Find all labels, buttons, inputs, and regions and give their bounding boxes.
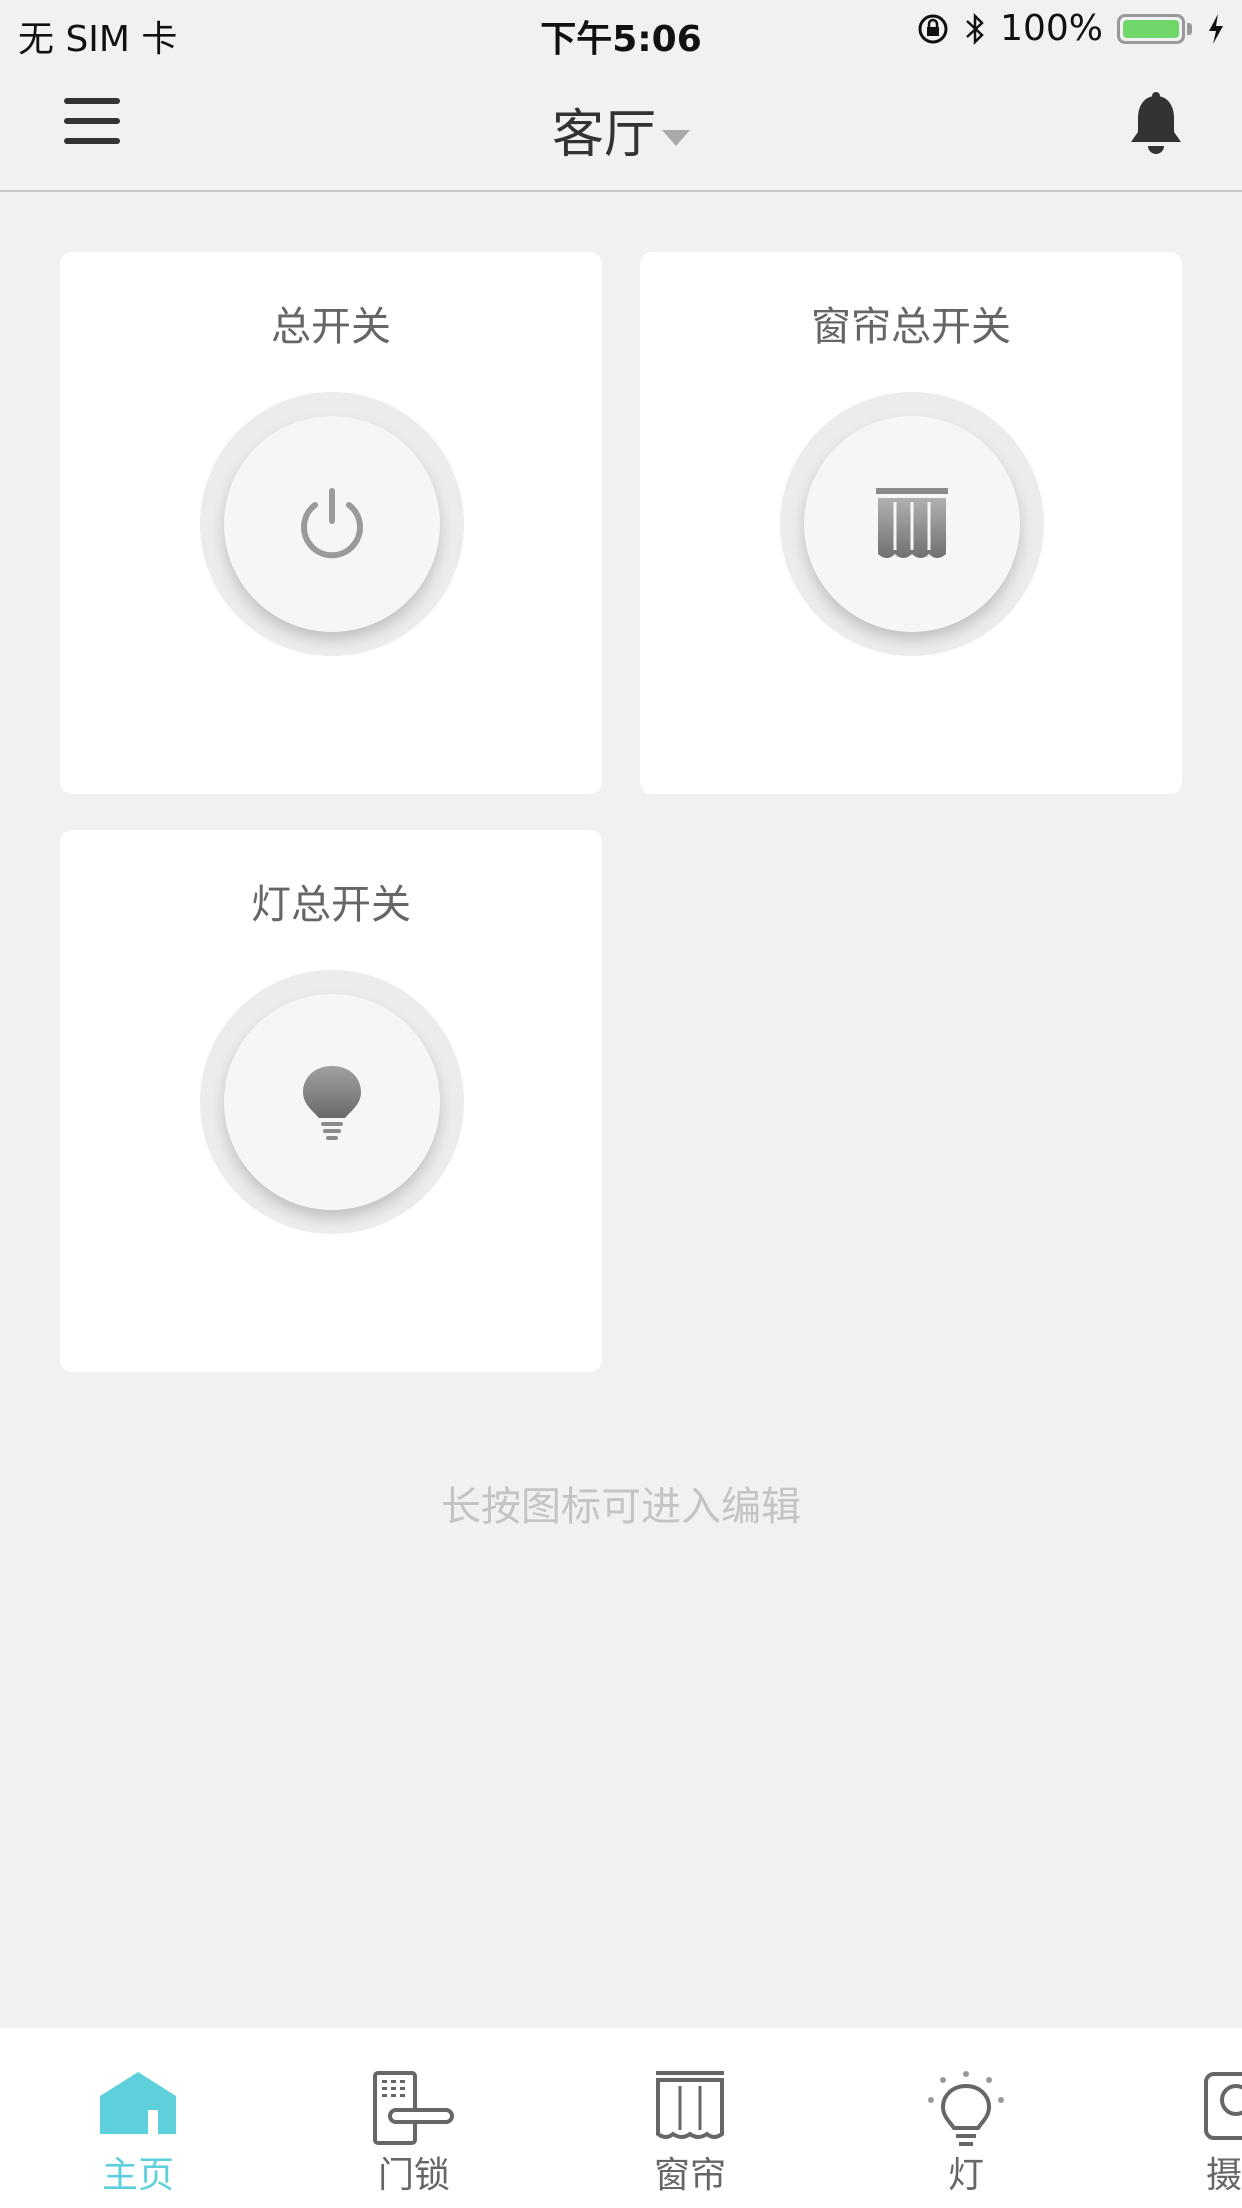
battery-fill: [1123, 19, 1179, 38]
tab-label: 灯: [947, 2155, 984, 2196]
knob-ring: [200, 392, 464, 656]
card-title: 窗帘总开关: [811, 304, 1011, 350]
card-curtain-master-switch: 窗帘总开关: [640, 252, 1182, 794]
card-title: 总开关: [271, 304, 391, 350]
room-name: 客厅: [551, 105, 656, 165]
tab-curtain[interactable]: 窗帘: [610, 2046, 770, 2196]
room-selector[interactable]: 客厅: [0, 92, 1242, 167]
bell-icon[interactable]: [1126, 90, 1186, 158]
bluetooth-icon: [966, 12, 984, 45]
master-power-button[interactable]: [224, 416, 440, 632]
curtain-icon: [656, 2071, 724, 2139]
tab-label: 窗帘: [653, 2155, 726, 2196]
tab-light[interactable]: 灯: [886, 2046, 1046, 2196]
orientation-lock-icon: [918, 14, 948, 43]
card-light-master-switch: 灯总开关: [60, 830, 602, 1372]
battery-percent: 100%: [1000, 8, 1103, 49]
bulb-icon: [928, 2071, 1004, 2146]
tab-label: 门锁: [377, 2155, 450, 2196]
caret-down-icon: [662, 130, 690, 146]
knob-ring: [200, 970, 464, 1234]
status-bar: 无 SIM 卡 下午5:06 100%: [0, 0, 1242, 62]
curtain-master-button[interactable]: [804, 416, 1020, 632]
door-lock-icon: [373, 2071, 454, 2145]
edit-hint: 长按图标可进入编辑: [441, 1484, 801, 1530]
status-right: 100%: [916, 8, 1226, 49]
battery-icon: [1117, 13, 1185, 44]
bulb-icon: [303, 1066, 361, 1140]
card-title: 灯总开关: [251, 882, 411, 928]
tab-camera[interactable]: 摄像: [1162, 2046, 1242, 2196]
card-master-switch: 总开关: [60, 252, 602, 794]
tab-bar: 主页 门锁 窗帘 灯 摄: [0, 2028, 1242, 2208]
power-icon: [301, 488, 363, 559]
camera-icon: [1204, 2072, 1242, 2140]
battery-tip: [1187, 22, 1192, 35]
tab-label: 主页: [101, 2155, 174, 2196]
home-icon: [100, 2072, 176, 2134]
tab-home[interactable]: 主页: [58, 2046, 218, 2196]
nav-header: 客厅: [0, 62, 1242, 192]
charging-bolt-icon: [1209, 13, 1223, 44]
curtain-icon: [876, 488, 948, 558]
light-master-button[interactable]: [224, 994, 440, 1210]
tab-door-lock[interactable]: 门锁: [334, 2046, 494, 2196]
tab-label: 摄像: [1205, 2155, 1242, 2196]
knob-ring: [780, 392, 1044, 656]
